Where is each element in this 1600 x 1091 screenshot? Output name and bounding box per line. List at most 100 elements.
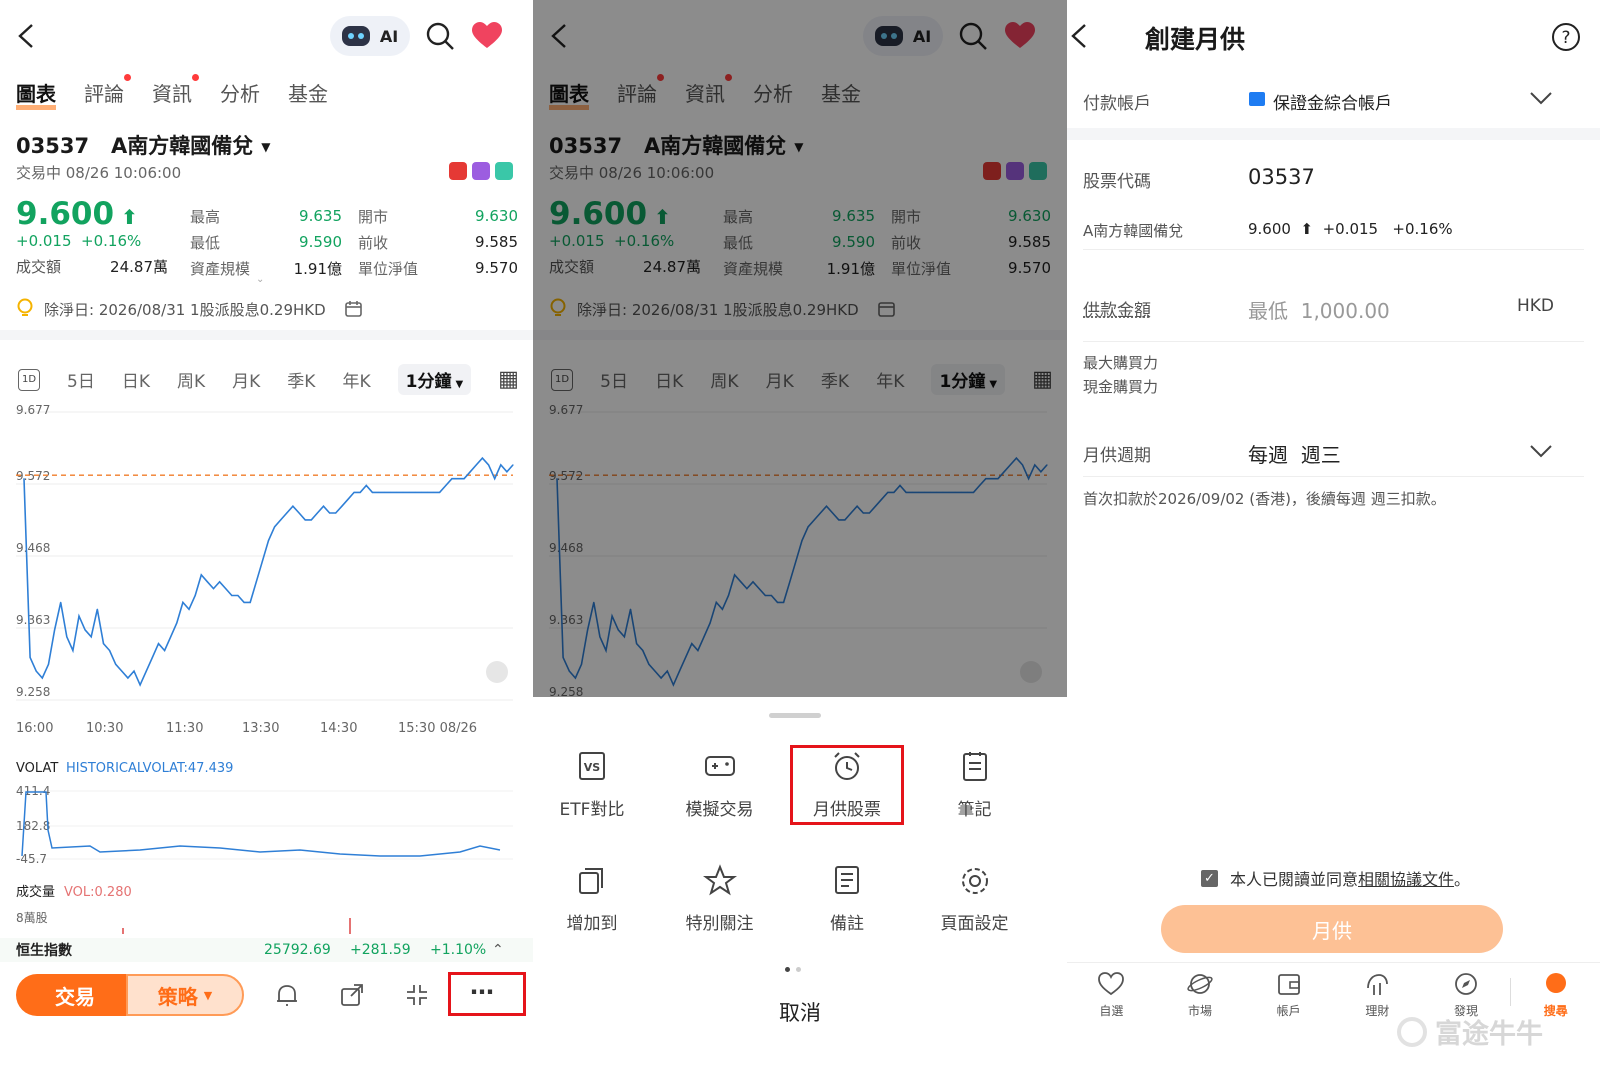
action-memo[interactable]: 備註: [792, 863, 902, 934]
tab-0[interactable]: 圖表: [16, 78, 56, 110]
price-point: [365, 484, 367, 487]
alert-bell-icon[interactable]: [274, 982, 300, 1008]
agreement-link[interactable]: 相關協議文件: [1358, 870, 1454, 889]
period-option[interactable]: 月K: [232, 367, 260, 392]
amount-input[interactable]: 最低 1,000.00: [1248, 295, 1390, 324]
action-vs[interactable]: VS ETF對比: [537, 749, 647, 820]
collapse-icon[interactable]: [404, 982, 430, 1008]
action-gamepad[interactable]: 模擬交易: [665, 749, 775, 820]
tab-4[interactable]: 基金: [288, 78, 328, 107]
stock-title[interactable]: 03537 A南方韓國備兌 ▼: [16, 130, 270, 160]
stock-quote: 9.600 ⬆ +0.015 +0.16%: [1248, 220, 1453, 238]
price-value: 9.600: [16, 196, 115, 232]
price-point: [188, 608, 190, 610]
volume-title: 成交量: [16, 884, 55, 900]
heart-icon[interactable]: [471, 22, 503, 50]
action-note[interactable]: 筆記: [920, 749, 1030, 820]
nav-label: 市場: [1188, 1004, 1213, 1018]
chevron-down-icon[interactable]: [1529, 443, 1553, 459]
cancel-button[interactable]: 取消: [533, 997, 1067, 1027]
caret-down-icon: ▼: [455, 379, 464, 390]
stock-name: A南方韓國備兌: [1083, 222, 1184, 240]
highlight-box: [790, 745, 904, 825]
chevron-down-icon[interactable]: [1529, 90, 1553, 106]
action-label: 模擬交易: [685, 800, 754, 820]
back-icon[interactable]: [1067, 22, 1091, 50]
price-point: [108, 649, 111, 652]
y-tick-label: 9.363: [16, 613, 50, 627]
price-point: [432, 491, 435, 494]
planet-icon: [1187, 972, 1213, 998]
submit-button[interactable]: 月供: [1161, 905, 1503, 953]
volat-tick-label: -45.7: [16, 852, 47, 866]
index-ticker[interactable]: 恒生指數 25792.69 +281.59 +1.10% ⌃: [0, 938, 533, 962]
share-icon[interactable]: [339, 982, 365, 1008]
grid-layout-icon[interactable]: ▦: [498, 367, 519, 392]
chevron-up-icon[interactable]: ⌃: [492, 942, 504, 958]
agreement[interactable]: ✓ 本人已閱讀並同意相關協議文件。: [1201, 866, 1470, 890]
search-icon[interactable]: [424, 20, 456, 52]
nav-wallet[interactable]: 帳戶: [1244, 966, 1333, 1026]
price-point: [451, 478, 453, 480]
avatar-icon: [1543, 972, 1569, 998]
calendar-icon[interactable]: [344, 299, 364, 319]
expand-chevron-icon[interactable]: ⌄: [256, 274, 264, 285]
action-star[interactable]: 特別關注: [665, 863, 775, 934]
price-point: [286, 512, 288, 514]
trade-button[interactable]: 交易: [16, 974, 134, 1016]
payment-account-value[interactable]: 保證金綜合帳戶: [1273, 89, 1392, 114]
back-icon[interactable]: [14, 22, 38, 50]
tab-3[interactable]: 分析: [220, 78, 260, 107]
period-option[interactable]: 季K: [287, 367, 315, 392]
ai-assistant-button[interactable]: AI: [330, 16, 410, 56]
y-tick-label: 9.677: [16, 403, 50, 417]
nav-heart[interactable]: 自選: [1067, 966, 1156, 1026]
price-chart[interactable]: 9.677 9.572 9.468 9.363 9.258 16:00 10:30 11:30…: [0, 400, 533, 940]
dividend-notice[interactable]: 除淨日: 2026/08/31 1股派股息0.29HKD: [16, 298, 364, 320]
index-change: +281.59: [350, 942, 411, 958]
period-option[interactable]: 周K: [177, 367, 205, 392]
price-point: [298, 512, 300, 514]
price-point: [506, 471, 508, 473]
modal-backdrop[interactable]: [533, 0, 1067, 697]
action-gear[interactable]: 頁面設定: [920, 863, 1030, 934]
wallet-icon: [1276, 972, 1302, 998]
max-power-label: 最大購買力: [1083, 354, 1159, 372]
price-point: [335, 512, 337, 514]
up-arrow-icon: ⬆: [114, 205, 138, 229]
stat-row: 最高 9.635 開市 9.630: [190, 203, 518, 229]
period-1d-icon[interactable]: 1D: [18, 368, 40, 391]
period-option[interactable]: 年K: [342, 367, 370, 392]
stock-code-label: 股票代碼: [1083, 172, 1151, 192]
caret-down-icon: ▼: [261, 140, 271, 154]
tab-1[interactable]: 評論: [84, 74, 131, 107]
divider: [0, 330, 533, 340]
page-dot: [796, 967, 801, 972]
stat-value: 9.635: [299, 207, 342, 225]
cycle-value[interactable]: 每週 週三: [1248, 439, 1341, 468]
trading-status: 交易中 08/26 10:06:00: [16, 164, 182, 182]
help-icon[interactable]: ?: [1551, 22, 1581, 52]
watermark-logo-icon: [1397, 1016, 1427, 1047]
action-label: 備註: [830, 914, 864, 934]
gamepad-icon: [665, 749, 775, 785]
period-option[interactable]: 5日: [67, 367, 95, 392]
tab-2[interactable]: 資訊: [152, 74, 199, 107]
price-point: [396, 491, 398, 494]
stat-label: 開市: [358, 207, 389, 226]
volat-tick-label: 411.4: [16, 784, 50, 798]
index-value: 25792.69: [264, 942, 331, 958]
period-selected[interactable]: 1分鐘 ▼: [397, 364, 472, 395]
price-point: [53, 629, 56, 631]
hk-flag-icon: [449, 162, 467, 180]
lightning-icon: [472, 162, 490, 180]
chart-toggle-icon[interactable]: [486, 661, 508, 683]
cycle-label: 月供週期: [1083, 446, 1151, 466]
nav-planet[interactable]: 市場: [1156, 966, 1245, 1026]
period-option[interactable]: 日K: [122, 367, 150, 392]
strategy-button[interactable]: 策略 ▼: [126, 974, 244, 1016]
checkbox[interactable]: ✓: [1201, 869, 1218, 887]
sheet-handle[interactable]: [769, 713, 821, 718]
action-copy[interactable]: 增加到: [537, 863, 647, 934]
stat-row: 資產規模 1.91億 單位淨值 9.570: [190, 255, 518, 281]
